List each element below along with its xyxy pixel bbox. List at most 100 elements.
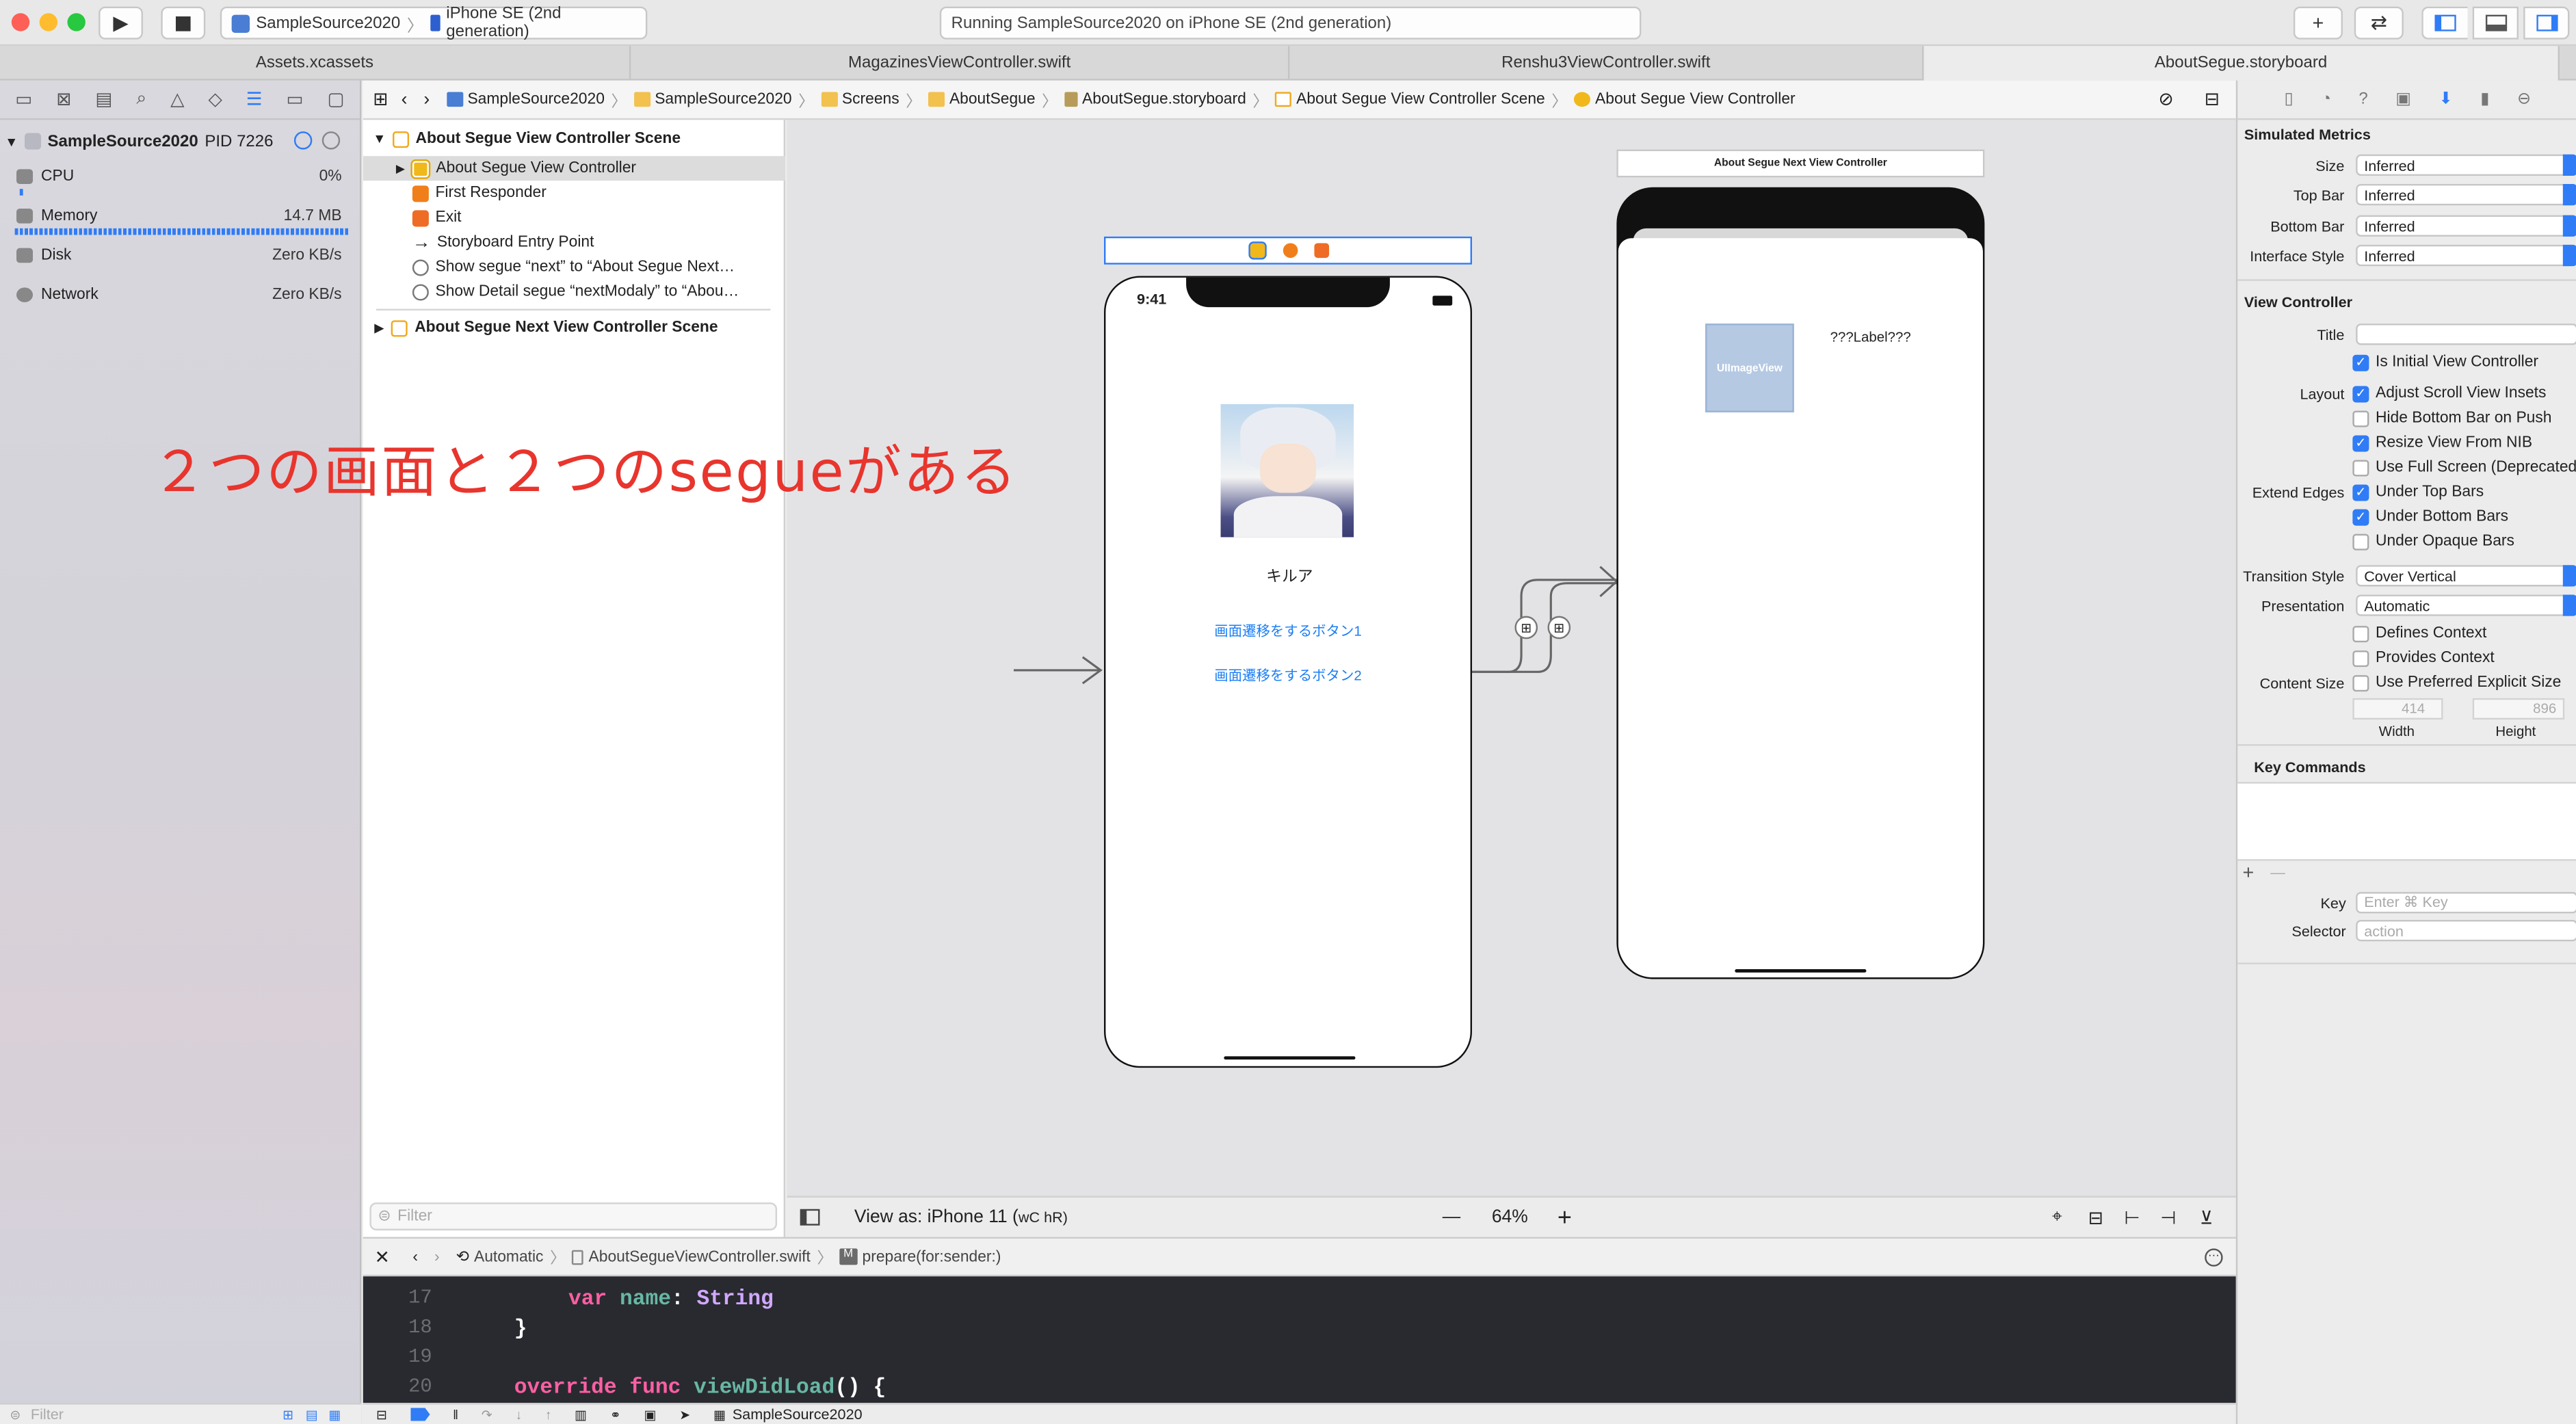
align-icon[interactable]: ⊢ <box>2125 1207 2140 1228</box>
filter-placeholder[interactable]: Filter <box>31 1406 64 1423</box>
top-bar-select[interactable]: Inferred <box>2356 184 2576 206</box>
scheme-selector[interactable]: SampleSource2020 〉 iPhone SE (2nd genera… <box>220 5 648 41</box>
breadcrumb-group[interactable]: SampleSource2020 <box>633 90 792 109</box>
adjust-insets-checkbox[interactable]: ✓ Adjust Scroll View Insets <box>2352 384 2546 402</box>
full-screen-checkbox[interactable]: Use Full Screen (Deprecated) <box>2352 458 2576 477</box>
breadcrumb-swift-file[interactable]: AboutSegueViewController.swift <box>572 1248 811 1266</box>
outline-toggle-icon[interactable] <box>800 1209 820 1226</box>
outline-filter-field[interactable]: ⊜ Filter <box>369 1202 778 1230</box>
code-review-button[interactable]: ⇄ <box>2354 6 2404 40</box>
memory-graph-icon[interactable]: ⚭ <box>610 1407 621 1422</box>
test-icon[interactable]: ◇ <box>208 89 222 110</box>
environment-icon[interactable]: ▣ <box>644 1407 656 1422</box>
preferred-size-checkbox[interactable]: Use Preferred Explicit Size <box>2352 674 2561 691</box>
resolve-issues-icon[interactable]: ⊻ <box>2200 1207 2213 1228</box>
forward-arrow-icon[interactable]: › <box>423 90 430 109</box>
tab-aboutsegue-storyboard[interactable]: AboutSegue.storyboard <box>1923 46 2560 81</box>
breadcrumb-project[interactable]: SampleSource2020 <box>446 90 605 109</box>
queues-filter-icon[interactable]: ▦ <box>328 1407 341 1422</box>
image-view[interactable]: UIImageView <box>1705 324 1794 412</box>
disclosure-triangle-icon[interactable]: ▼ <box>5 134 18 149</box>
identity-inspector-icon[interactable]: ▣ <box>2395 90 2411 108</box>
segue-icon[interactable]: ⊞ <box>1547 616 1571 640</box>
add-constraints-icon[interactable]: ⊣ <box>2160 1207 2176 1228</box>
file-inspector-icon[interactable]: ▯ <box>2285 90 2294 108</box>
hide-bottom-bar-checkbox[interactable]: Hide Bottom Bar on Push <box>2352 409 2551 427</box>
update-frames-icon[interactable]: ⌖ <box>2052 1207 2062 1228</box>
view-as-label[interactable]: View as: iPhone 11 (wC hR) <box>854 1207 1068 1227</box>
hide-debug-area-icon[interactable]: ⊟ <box>376 1407 387 1422</box>
toggle-navigator-button[interactable] <box>2421 6 2468 40</box>
process-row[interactable]: ▼ SampleSource2020 PID 7226 <box>0 128 361 154</box>
breakpoints-toggle-icon[interactable] <box>410 1408 430 1421</box>
view-controller-icon[interactable] <box>1248 241 1266 260</box>
breadcrumb-viewcontroller[interactable]: About Segue View Controller <box>1573 90 1796 109</box>
close-window-button[interactable] <box>11 13 30 31</box>
outline-item-segue-modal[interactable]: Show Detail segue “nextModaly” to “Abou… <box>363 279 785 304</box>
breadcrumb-method[interactable]: Mprepare(for:sender:) <box>839 1248 1001 1266</box>
remove-key-command-button[interactable]: — <box>2270 864 2285 880</box>
symbol-icon[interactable]: ▤ <box>95 89 112 110</box>
interface-style-select[interactable]: Inferred <box>2356 244 2576 267</box>
storyboard-canvas[interactable]: 9:41 キルア 画面遷移をするボタン1 画面遷移をするボタン2 ⊞ ⊞ Abo… <box>787 120 2236 1196</box>
provides-context-checkbox[interactable]: Provides Context <box>2352 649 2495 667</box>
step-out-icon[interactable]: ↑ <box>545 1407 552 1422</box>
stop-button[interactable] <box>161 6 206 40</box>
outline-item-segue-next[interactable]: Show segue “next” to “About Segue Next… <box>363 254 785 279</box>
back-arrow-icon[interactable]: ‹ <box>412 1248 418 1265</box>
disk-gauge[interactable]: Disk Zero KB/s <box>13 246 348 272</box>
report-icon[interactable]: ▢ <box>327 89 344 110</box>
breadcrumb-screens[interactable]: Screens <box>820 90 899 109</box>
entry-point-arrow[interactable] <box>1013 654 1109 687</box>
scene-dock[interactable] <box>1104 236 1473 265</box>
folder-icon[interactable]: ▭ <box>15 89 32 110</box>
connections-inspector-icon[interactable]: ⊖ <box>2517 90 2531 108</box>
selector-field[interactable]: action <box>2356 920 2576 942</box>
issue-icon[interactable]: △ <box>170 89 184 110</box>
resize-nib-checkbox[interactable]: ✓ Resize View From NIB <box>2352 434 2532 451</box>
breadcrumb-scene[interactable]: About Segue View Controller Scene <box>1274 90 1545 109</box>
size-select[interactable]: Inferred <box>2356 154 2576 176</box>
segue-icon[interactable]: ⊞ <box>1514 616 1538 640</box>
location-icon[interactable]: ➤ <box>679 1407 690 1422</box>
outline-scene-row[interactable]: ▶ About Segue Next View Controller Scene <box>363 315 785 340</box>
add-editor-icon[interactable]: ⊟ <box>2205 89 2220 110</box>
first-responder-icon[interactable] <box>1282 243 1298 259</box>
breadcrumb-storyboard[interactable]: AboutSegue.storyboard <box>1064 90 1246 109</box>
outline-item-viewcontroller[interactable]: ▶ About Segue View Controller <box>363 156 786 181</box>
close-icon[interactable]: ✕ <box>375 1246 390 1267</box>
pause-icon[interactable] <box>321 131 341 150</box>
step-over-icon[interactable]: ↷ <box>482 1407 492 1422</box>
minimize-window-button[interactable] <box>39 13 58 31</box>
zoom-level[interactable]: 64% <box>1492 1207 1528 1227</box>
key-commands-table[interactable] <box>2237 782 2576 861</box>
scene-title-bar[interactable]: About Segue Next View Controller <box>1616 149 1985 178</box>
breakpoint-icon[interactable]: ▭ <box>286 89 303 110</box>
disclosure-triangle-icon[interactable]: ▼ <box>373 131 386 146</box>
outline-scene-row[interactable]: ▼ About Segue View Controller Scene <box>363 127 785 151</box>
embed-in-stack-icon[interactable]: ⊟ <box>2088 1207 2103 1228</box>
size-inspector-icon[interactable]: ▮ <box>2480 90 2489 108</box>
outline-item-exit[interactable]: Exit <box>363 205 785 230</box>
network-gauge[interactable]: Network Zero KB/s <box>13 286 348 312</box>
key-field[interactable]: Enter ⌘ Key <box>2356 892 2576 914</box>
code-line[interactable]: } <box>514 1316 527 1341</box>
help-inspector-icon[interactable]: ? <box>2358 90 2367 108</box>
threads-filter-icon[interactable]: ▤ <box>306 1407 318 1422</box>
view-hierarchy-icon[interactable]: ▥ <box>575 1407 587 1422</box>
breadcrumb-automatic[interactable]: ⟲ Automatic <box>456 1248 544 1265</box>
title-field[interactable] <box>2356 324 2576 345</box>
under-top-bars-checkbox[interactable]: ✓ Under Top Bars <box>2352 483 2484 501</box>
step-in-icon[interactable]: ↓ <box>515 1407 522 1422</box>
library-button[interactable]: + <box>2293 6 2343 40</box>
width-field[interactable]: 414 <box>2352 698 2443 720</box>
attributes-inspector-icon[interactable]: ⬇ <box>2439 90 2453 108</box>
under-opaque-bars-checkbox[interactable]: Under Opaque Bars <box>2352 532 2514 551</box>
transition-button-2[interactable]: 画面遷移をするボタン2 <box>1105 665 1470 685</box>
tab-magazines[interactable]: MagazinesViewController.swift <box>631 46 1290 81</box>
defines-context-checkbox[interactable]: Defines Context <box>2352 624 2486 642</box>
character-image[interactable] <box>1220 404 1354 538</box>
grid-icon[interactable]: ⊞ <box>373 89 388 110</box>
bottom-bar-select[interactable]: Inferred <box>2356 215 2576 237</box>
zoom-in-button[interactable]: + <box>1558 1203 1572 1231</box>
